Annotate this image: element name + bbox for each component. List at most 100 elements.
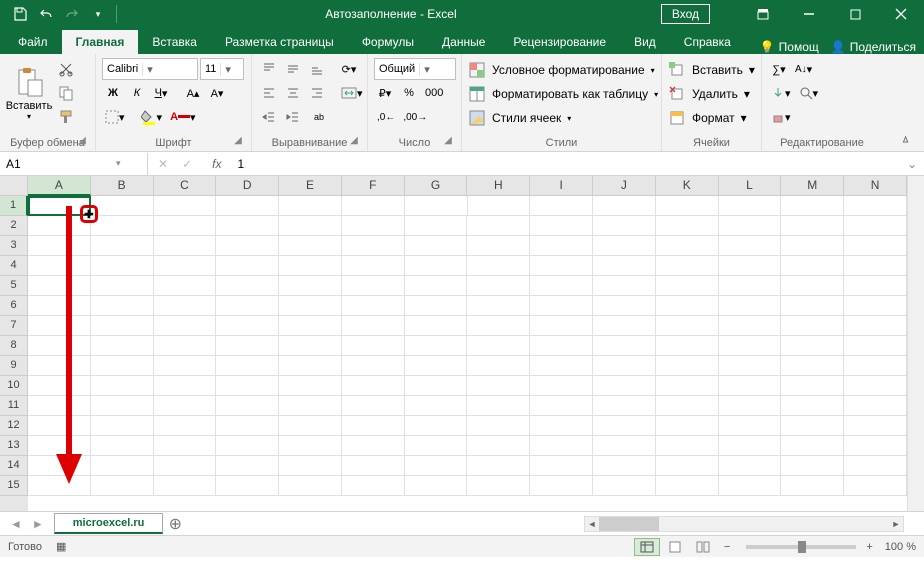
- cell[interactable]: [216, 416, 279, 436]
- cell[interactable]: [844, 476, 907, 496]
- column-header[interactable]: B: [91, 176, 154, 196]
- cell[interactable]: [154, 436, 217, 456]
- cell[interactable]: [467, 316, 530, 336]
- cell[interactable]: [530, 356, 593, 376]
- align-left-icon[interactable]: [258, 82, 280, 104]
- cell[interactable]: [719, 276, 782, 296]
- cell[interactable]: [405, 336, 468, 356]
- column-header[interactable]: F: [342, 176, 405, 196]
- sheet-nav-next-icon[interactable]: ►: [32, 517, 44, 531]
- column-header[interactable]: M: [781, 176, 844, 196]
- cancel-formula-icon[interactable]: ✕: [158, 157, 168, 171]
- cell[interactable]: [342, 336, 405, 356]
- redo-icon[interactable]: [60, 2, 84, 26]
- cell[interactable]: [467, 216, 530, 236]
- cell[interactable]: [719, 376, 782, 396]
- cell[interactable]: [719, 396, 782, 416]
- cell[interactable]: [530, 196, 593, 216]
- borders-icon[interactable]: ▾: [102, 106, 128, 128]
- cell[interactable]: [781, 436, 844, 456]
- cell[interactable]: [530, 316, 593, 336]
- cell[interactable]: [342, 416, 405, 436]
- page-layout-view-icon[interactable]: [662, 538, 688, 556]
- bold-button[interactable]: Ж: [102, 82, 124, 104]
- cell[interactable]: [154, 336, 217, 356]
- cell[interactable]: [91, 336, 154, 356]
- cell[interactable]: [844, 196, 907, 216]
- column-header[interactable]: D: [216, 176, 279, 196]
- align-middle-icon[interactable]: [282, 58, 304, 80]
- cell[interactable]: [28, 436, 91, 456]
- cell[interactable]: [28, 476, 91, 496]
- select-all-corner[interactable]: [0, 176, 28, 196]
- cell[interactable]: [28, 396, 91, 416]
- row-header[interactable]: 3: [0, 236, 28, 256]
- format-painter-icon[interactable]: [55, 106, 77, 128]
- cell[interactable]: [781, 256, 844, 276]
- cell[interactable]: [781, 456, 844, 476]
- cell[interactable]: [279, 276, 342, 296]
- cell[interactable]: [342, 236, 405, 256]
- close-icon[interactable]: [878, 0, 924, 28]
- cell[interactable]: [342, 296, 405, 316]
- cell[interactable]: [656, 256, 719, 276]
- cell[interactable]: [342, 456, 405, 476]
- percent-icon[interactable]: %: [398, 82, 420, 104]
- row-header[interactable]: 13: [0, 436, 28, 456]
- cell[interactable]: [593, 356, 656, 376]
- align-bottom-icon[interactable]: [306, 58, 328, 80]
- normal-view-icon[interactable]: [634, 538, 660, 556]
- cell[interactable]: [656, 376, 719, 396]
- cell[interactable]: [593, 416, 656, 436]
- cell[interactable]: [154, 276, 217, 296]
- cell[interactable]: [405, 316, 468, 336]
- cell[interactable]: [593, 256, 656, 276]
- cell[interactable]: [593, 376, 656, 396]
- tab-file[interactable]: Файл: [4, 30, 62, 54]
- tab-formulas[interactable]: Формулы: [348, 30, 428, 54]
- zoom-in-icon[interactable]: +: [866, 541, 872, 553]
- cell[interactable]: [405, 356, 468, 376]
- cell[interactable]: [467, 336, 530, 356]
- cell[interactable]: [279, 336, 342, 356]
- cell[interactable]: [91, 356, 154, 376]
- collapse-ribbon-icon[interactable]: ㅿ: [900, 131, 918, 149]
- cell[interactable]: [719, 356, 782, 376]
- cell[interactable]: [405, 476, 468, 496]
- cell[interactable]: [91, 256, 154, 276]
- cell[interactable]: [154, 416, 217, 436]
- cell[interactable]: [467, 296, 530, 316]
- tab-insert[interactable]: Вставка: [138, 30, 211, 54]
- wrap-text-icon[interactable]: ab: [306, 106, 332, 128]
- tab-home[interactable]: Главная: [62, 30, 139, 54]
- decrease-decimal-icon[interactable]: ,00→: [400, 106, 430, 128]
- cell[interactable]: [593, 476, 656, 496]
- font-size-combo[interactable]: 11▾: [200, 58, 244, 80]
- row-header[interactable]: 15: [0, 476, 28, 496]
- cell[interactable]: [405, 436, 468, 456]
- row-header[interactable]: 2: [0, 216, 28, 236]
- cell[interactable]: [216, 396, 279, 416]
- add-sheet-icon[interactable]: ⊕: [163, 514, 187, 534]
- cell[interactable]: [467, 376, 530, 396]
- font-color-icon[interactable]: A▾: [167, 106, 198, 128]
- vertical-scrollbar[interactable]: [907, 176, 924, 511]
- cell[interactable]: [405, 196, 468, 216]
- sheet-tab[interactable]: microexcel.ru: [54, 513, 164, 534]
- cell[interactable]: [154, 196, 217, 216]
- cell[interactable]: [719, 196, 782, 216]
- paste-button[interactable]: Вставить▾: [6, 58, 52, 128]
- cell[interactable]: [405, 396, 468, 416]
- cell[interactable]: [154, 216, 217, 236]
- fx-icon[interactable]: fx: [202, 157, 231, 171]
- cell[interactable]: [467, 236, 530, 256]
- cell[interactable]: [530, 436, 593, 456]
- cell[interactable]: [467, 276, 530, 296]
- cell[interactable]: [593, 316, 656, 336]
- cell[interactable]: [530, 216, 593, 236]
- font-name-combo[interactable]: Calibri▾: [102, 58, 198, 80]
- cell[interactable]: [216, 436, 279, 456]
- cell[interactable]: [279, 476, 342, 496]
- cell[interactable]: [656, 236, 719, 256]
- sheet-nav-prev-icon[interactable]: ◄: [10, 517, 22, 531]
